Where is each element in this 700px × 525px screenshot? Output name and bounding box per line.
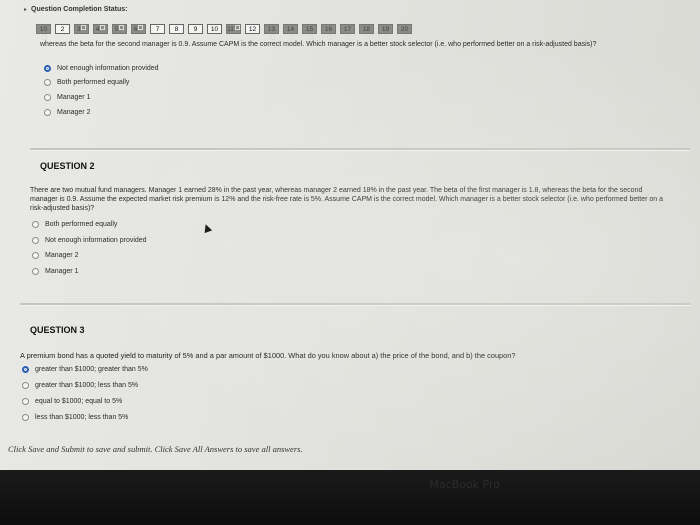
question-2-text: There are two mutual fund managers. Mana…	[30, 187, 663, 212]
radio-icon[interactable]	[32, 221, 39, 228]
option-label: less than $1000; less than 5%	[35, 414, 129, 421]
question-nav-label: 18	[362, 26, 371, 33]
option-label: Not enough information provided	[45, 237, 147, 244]
radio-icon[interactable]	[44, 109, 51, 116]
radio-icon[interactable]	[32, 237, 39, 244]
question-nav-label: 12	[248, 26, 257, 33]
question-nav-label: 4	[95, 26, 100, 33]
question-nav-label: 13	[267, 26, 276, 33]
question-1-text: whereas the beta for the second manager …	[40, 41, 597, 48]
question-nav-15[interactable]: 15	[302, 24, 317, 40]
option-label: Both performed equally	[45, 221, 118, 228]
q2-option-1[interactable]: Both performed equally	[32, 221, 117, 228]
q3-option-2[interactable]: greater than $1000; less than 5%	[22, 382, 138, 389]
question-3-text: A premium bond has a quoted yield to mat…	[20, 351, 516, 360]
question-nav-19[interactable]: 19	[378, 24, 393, 40]
answered-check-icon	[100, 25, 106, 30]
question-nav-13[interactable]: 13	[264, 24, 279, 40]
q1-option-1[interactable]: Not enough information provided	[44, 65, 159, 72]
question-nav-label: 5	[114, 26, 119, 33]
save-instructions: Click Save and Submit to save and submit…	[8, 444, 303, 454]
option-label: equal to $1000; equal to 5%	[35, 398, 123, 405]
question-nav-label: 10	[210, 26, 219, 33]
completion-status-header[interactable]: ▸ Question Completion Status:	[24, 6, 127, 13]
option-label: Both performed equally	[57, 79, 130, 86]
question-navigation: 10 2 3 4 5 6 7 8 9 10 11 12 13 14 15 16 17 18 19 20	[36, 24, 412, 40]
option-label: Manager 2	[45, 252, 79, 259]
q2-option-3[interactable]: Manager 2	[32, 252, 78, 259]
question-nav-label: 3	[76, 26, 81, 33]
question-nav-label: 20	[400, 26, 409, 33]
option-label: Manager 1	[57, 94, 91, 101]
option-label: Manager 1	[45, 268, 79, 275]
question-nav-label: 10	[39, 26, 48, 33]
question-nav-17[interactable]: 17	[340, 24, 355, 40]
question-nav-label: 9	[193, 26, 198, 33]
laptop-logo: MacBook Pro	[429, 478, 500, 491]
question-nav-label: 14	[286, 26, 295, 33]
option-label: greater than $1000; greater than 5%	[35, 366, 148, 373]
q1-option-4[interactable]: Manager 2	[44, 109, 90, 116]
question-nav-label: 2	[60, 26, 65, 33]
question-divider	[20, 303, 690, 306]
question-nav-4[interactable]: 4	[93, 24, 108, 34]
question-nav-label: 7	[155, 26, 160, 33]
question-nav-label: 11	[227, 26, 234, 33]
radio-icon[interactable]	[32, 268, 39, 275]
question-3-title: QUESTION 3	[30, 325, 85, 335]
option-label: Manager 2	[57, 109, 91, 116]
question-nav-label: 19	[381, 26, 390, 33]
question-2-title: QUESTION 2	[40, 161, 95, 171]
q3-option-3[interactable]: equal to $1000; equal to 5%	[22, 398, 122, 405]
question-nav-5[interactable]: 5	[112, 24, 127, 34]
question-nav-11[interactable]: 11	[226, 24, 241, 34]
question-nav-7[interactable]: 7	[150, 24, 165, 34]
browser-screen: ▸ Question Completion Status: 10 2 3 4 5 6 7 8 9…	[0, 0, 700, 470]
q1-option-3[interactable]: Manager 1	[44, 94, 90, 101]
question-nav-3[interactable]: 3	[74, 24, 89, 34]
question-nav-14[interactable]: 14	[283, 24, 298, 40]
q3-option-1[interactable]: greater than $1000; greater than 5%	[22, 366, 148, 373]
option-label: greater than $1000; less than 5%	[35, 382, 139, 389]
expand-triangle-icon[interactable]: ▸	[24, 6, 27, 13]
radio-icon[interactable]	[32, 252, 39, 259]
question-nav-label: 16	[324, 26, 333, 33]
option-label: Not enough information provided	[57, 65, 159, 72]
radio-icon[interactable]	[22, 414, 29, 421]
question-nav-8[interactable]: 8	[169, 24, 184, 34]
question-nav-label: 15	[305, 26, 314, 33]
question-nav-9[interactable]: 9	[188, 24, 203, 34]
question-nav-6[interactable]: 6	[131, 24, 146, 34]
question-nav-18[interactable]: 18	[359, 24, 374, 40]
radio-selected-icon[interactable]	[44, 65, 51, 72]
question-divider	[30, 148, 690, 151]
radio-selected-icon[interactable]	[22, 366, 29, 373]
question-nav-2[interactable]: 2	[55, 24, 70, 34]
question-nav-1[interactable]: 10	[36, 24, 51, 40]
answered-check-icon	[138, 25, 144, 30]
question-nav-label: 17	[343, 26, 352, 33]
laptop-bezel: MacBook Pro	[0, 470, 700, 525]
question-nav-20[interactable]: 20	[397, 24, 412, 40]
completion-status-title: Question Completion Status:	[31, 6, 128, 13]
question-nav-label: 6	[133, 26, 138, 33]
question-nav-label: 8	[174, 26, 179, 33]
radio-icon[interactable]	[44, 94, 51, 101]
q2-option-2[interactable]: Not enough information provided	[32, 237, 147, 244]
answered-check-icon	[81, 25, 87, 30]
question-nav-10[interactable]: 10	[207, 24, 222, 34]
answered-check-icon	[119, 25, 125, 30]
question-nav-12[interactable]: 12	[245, 24, 260, 34]
q1-option-2[interactable]: Both performed equally	[44, 79, 129, 86]
mouse-pointer-icon	[201, 222, 213, 234]
question-nav-16[interactable]: 16	[321, 24, 336, 40]
q3-option-4[interactable]: less than $1000; less than 5%	[22, 414, 128, 421]
radio-icon[interactable]	[22, 382, 29, 389]
answered-check-icon	[234, 25, 240, 30]
radio-icon[interactable]	[44, 79, 51, 86]
q2-option-4[interactable]: Manager 1	[32, 268, 78, 275]
radio-icon[interactable]	[22, 398, 29, 405]
